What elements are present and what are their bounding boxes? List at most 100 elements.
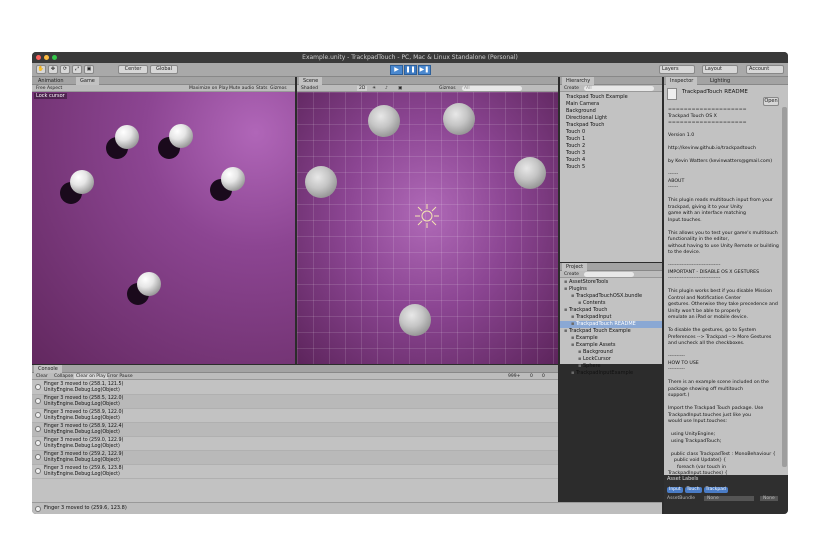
project-item[interactable]: ▪ Contents <box>560 300 662 307</box>
tab-animation[interactable]: Animation <box>34 77 68 85</box>
project-item[interactable]: ▪ Plugins <box>560 286 662 293</box>
error-pause-toggle[interactable]: Error Pause <box>105 374 135 379</box>
aspect-dropdown[interactable]: Free Aspect <box>34 86 64 91</box>
clear-on-play-toggle[interactable]: Clear on Play <box>74 374 108 379</box>
project-item[interactable]: ▪ Trackpad Touch Example <box>560 328 662 335</box>
hierarchy-item[interactable]: Touch 2 <box>560 143 662 150</box>
collapse-toggle[interactable]: Collapse <box>52 374 75 379</box>
sphere[interactable] <box>305 166 337 198</box>
project-item[interactable]: ▪ Background <box>560 349 662 356</box>
step-button[interactable]: ▶❚ <box>418 65 431 75</box>
layers-dropdown[interactable]: Layers <box>659 65 695 74</box>
project-item[interactable]: ▪ TrackpadInput <box>560 314 662 321</box>
scene-view[interactable] <box>297 92 558 364</box>
tab-console[interactable]: Console <box>34 365 62 373</box>
rect-tool-button[interactable]: ▣ <box>84 65 94 74</box>
account-dropdown[interactable]: Account <box>746 65 784 74</box>
console-entry[interactable]: Finger 3 moved to (258.1, 121.5) UnityEng… <box>32 381 558 395</box>
inspector-tabbar: Inspector Lighting <box>664 77 788 85</box>
pause-button[interactable]: ❚❚ <box>404 65 417 75</box>
mute-audio-toggle[interactable]: Mute audio <box>227 86 256 91</box>
tab-game[interactable]: Game <box>76 77 99 85</box>
hierarchy-item[interactable]: Trackpad Touch <box>560 122 662 129</box>
game-view[interactable]: Lock cursor <box>32 92 295 364</box>
project-search-input[interactable] <box>584 272 634 277</box>
label-chip-trackpad[interactable]: Trackpad <box>703 487 728 493</box>
project-item[interactable]: ▪ Example Assets <box>560 342 662 349</box>
sphere[interactable] <box>443 103 475 135</box>
inspector-scrollbar[interactable] <box>782 107 787 467</box>
effects-icon[interactable]: ▣ <box>396 86 404 91</box>
hierarchy-create-dropdown[interactable]: Create <box>562 86 581 91</box>
clear-button[interactable]: Clear <box>34 374 50 379</box>
console-entry[interactable]: Finger 3 moved to (259.6, 123.8) UnityEng… <box>32 465 558 479</box>
error-count-toggle[interactable]: 0 <box>540 374 547 379</box>
tab-scene[interactable]: Scene <box>299 77 323 85</box>
project-item[interactable]: ▪ LockCursor <box>560 356 662 363</box>
tab-lighting[interactable]: Lighting <box>706 77 734 85</box>
label-chip-input[interactable]: Input <box>667 487 683 493</box>
scene-gizmos-dropdown[interactable]: Gizmos <box>437 86 458 91</box>
move-tool-button[interactable]: ✥ <box>48 65 58 74</box>
audio-icon[interactable]: ♪ <box>383 86 390 91</box>
project-create-dropdown[interactable]: Create <box>562 272 581 277</box>
sphere[interactable] <box>514 157 546 189</box>
log-count-toggle[interactable]: 999+ <box>506 374 522 379</box>
console-entry[interactable]: Finger 3 moved to (258.5, 122.0) UnityEng… <box>32 395 558 409</box>
hierarchy-item[interactable]: Touch 4 <box>560 157 662 164</box>
project-item[interactable]: ▪ Trackpad Touch <box>560 307 662 314</box>
scene-search-input[interactable]: All <box>462 86 522 91</box>
directional-light-icon[interactable] <box>413 202 441 230</box>
zoom-window-icon[interactable] <box>52 55 57 60</box>
tab-hierarchy[interactable]: Hierarchy <box>562 77 595 85</box>
maximize-on-play-toggle[interactable]: Maximize on Play <box>187 86 230 91</box>
hierarchy-item[interactable]: Directional Light <box>560 115 662 122</box>
assetbundle-variant-dropdown[interactable]: None <box>760 496 778 501</box>
hierarchy-search-input[interactable]: All <box>584 86 654 91</box>
sphere[interactable] <box>399 304 431 336</box>
console-entry[interactable]: Finger 3 moved to (258.9, 122.0) UnityEng… <box>32 409 558 423</box>
project-item[interactable]: ▪ Sphere <box>560 363 662 370</box>
hierarchy-item[interactable]: Touch 5 <box>560 164 662 171</box>
project-item[interactable]: ▪ TrackpadTouch README <box>560 321 662 328</box>
gizmos-dropdown[interactable]: Gizmos <box>268 86 289 91</box>
hierarchy-item[interactable]: Touch 3 <box>560 150 662 157</box>
label-chip-touch[interactable]: Touch <box>684 487 702 493</box>
console-entry[interactable]: Finger 3 moved to (258.9, 122.4) UnityEng… <box>32 423 558 437</box>
console-entry[interactable]: Finger 3 moved to (259.2, 122.9) UnityEng… <box>32 451 558 465</box>
tab-inspector[interactable]: Inspector <box>666 77 698 85</box>
console-entry[interactable]: Finger 3 moved to (259.0, 122.9) UnityEng… <box>32 437 558 451</box>
lighting-icon[interactable]: ☀ <box>370 86 378 91</box>
project-item[interactable]: ▪ Example <box>560 335 662 342</box>
hierarchy-item[interactable]: Touch 0 <box>560 129 662 136</box>
warning-count-toggle[interactable]: 0 <box>528 374 535 379</box>
hand-tool-button[interactable]: ✋ <box>36 65 46 74</box>
layout-dropdown[interactable]: Layout <box>702 65 738 74</box>
close-window-icon[interactable] <box>36 55 41 60</box>
sphere[interactable] <box>368 105 400 137</box>
rotate-tool-button[interactable]: ⟳ <box>60 65 70 74</box>
title-bar: Example.unity - TrackpadTouch - PC, Mac … <box>32 52 788 63</box>
2d-toggle[interactable]: 2D <box>357 86 368 91</box>
minimize-window-icon[interactable] <box>44 55 49 60</box>
hierarchy-item[interactable]: Main Camera <box>560 101 662 108</box>
open-button[interactable]: Open <box>763 97 779 106</box>
hierarchy-item[interactable]: Touch 1 <box>560 136 662 143</box>
pivot-global-button[interactable]: Global <box>150 65 178 74</box>
tab-project[interactable]: Project <box>562 263 588 271</box>
project-item[interactable]: ▪ AssetStoreTools <box>560 279 662 286</box>
hierarchy-item[interactable]: Trackpad Touch Example <box>560 94 662 101</box>
console-controlbar: Clear Collapse Clear on Play Error Pause… <box>32 373 558 380</box>
console-stacktrace: UnityEngine.Debug:Log(Object) <box>44 430 120 435</box>
console-stacktrace: UnityEngine.Debug:Log(Object) <box>44 444 120 449</box>
asset-labels-title: Asset Labels <box>667 476 699 482</box>
project-item[interactable]: ▪ TrackpadTouchOSX.bundle <box>560 293 662 300</box>
play-button[interactable]: ▶ <box>390 65 403 75</box>
window-title: Example.unity - TrackpadTouch - PC, Mac … <box>302 54 518 61</box>
hierarchy-item[interactable]: Background <box>560 108 662 115</box>
scale-tool-button[interactable]: ⤢ <box>72 65 82 74</box>
assetbundle-name-dropdown[interactable]: None <box>704 496 754 501</box>
project-item[interactable]: ▪ TrackpadInputExample <box>560 370 662 377</box>
shading-mode-dropdown[interactable]: Shaded <box>299 86 320 91</box>
pivot-center-button[interactable]: Center <box>118 65 148 74</box>
